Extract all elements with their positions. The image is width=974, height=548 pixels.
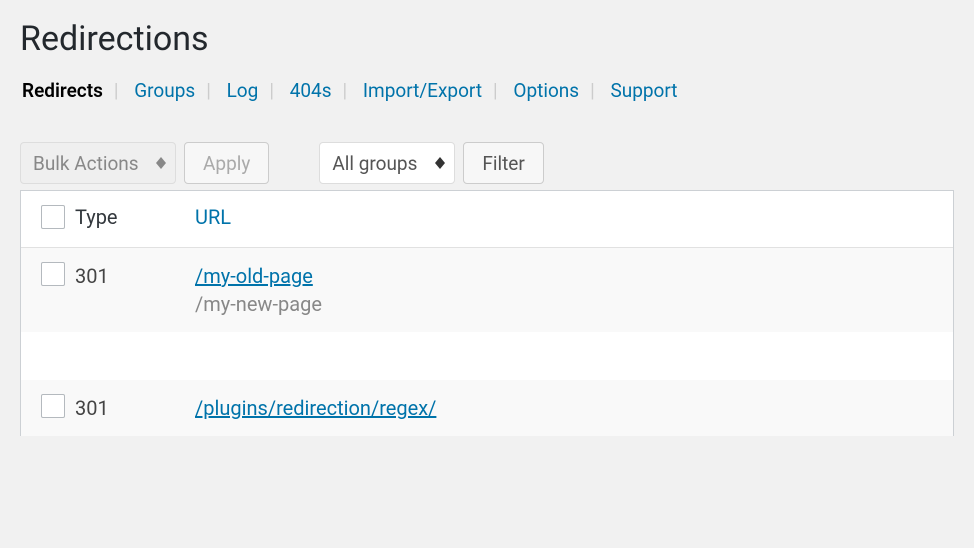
tab-label: Log	[227, 79, 259, 102]
column-url-header[interactable]: URL	[185, 191, 953, 248]
row-url-cell: /my-old-page /my-new-page	[185, 248, 953, 332]
tab-label: Options	[513, 79, 579, 102]
select-all-checkbox[interactable]	[41, 205, 65, 229]
tab-options[interactable]: Options	[511, 79, 581, 102]
row-url-cell: /plugins/redirection/regex/	[185, 380, 953, 436]
redirects-table: Type URL 301 /my-old-page /my-new-page 3…	[20, 190, 954, 436]
table-row: 301 /plugins/redirection/regex/	[21, 380, 953, 436]
table-row: 301 /my-old-page /my-new-page	[21, 248, 953, 332]
row-checkbox[interactable]	[41, 394, 65, 418]
separator: |	[484, 79, 507, 102]
tab-groups[interactable]: Groups	[132, 79, 197, 102]
tab-label: Import/Export	[363, 79, 482, 102]
filter-button[interactable]: Filter	[463, 142, 543, 184]
bulk-actions-select[interactable]: Bulk Actions	[20, 142, 176, 184]
tab-import-export[interactable]: Import/Export	[361, 79, 484, 102]
separator: |	[581, 79, 604, 102]
column-url-label: URL	[195, 205, 231, 229]
select-all-header	[21, 191, 65, 248]
tab-redirects[interactable]: Redirects	[20, 79, 105, 102]
column-type-header: Type	[65, 191, 185, 248]
tab-404s[interactable]: 404s	[288, 79, 334, 102]
tab-label: 404s	[290, 79, 332, 102]
row-type: 301	[65, 380, 185, 436]
row-source-url[interactable]: /my-old-page	[195, 264, 943, 288]
row-type: 301	[65, 248, 185, 332]
tab-label: Groups	[134, 79, 195, 102]
apply-button[interactable]: Apply	[184, 142, 269, 184]
tab-label: Redirects	[22, 79, 103, 102]
row-checkbox[interactable]	[41, 262, 65, 286]
page-title: Redirections	[20, 10, 954, 71]
tablenav-top: Bulk Actions Apply All groups Filter	[20, 142, 954, 184]
separator: |	[260, 79, 283, 102]
tab-nav: Redirects| Groups| Log| 404s| Import/Exp…	[20, 79, 954, 102]
row-source-url[interactable]: /plugins/redirection/regex/	[195, 396, 943, 420]
group-filter-select[interactable]: All groups	[319, 142, 455, 184]
tab-log[interactable]: Log	[225, 79, 261, 102]
table-row-gap	[21, 332, 953, 380]
separator: |	[334, 79, 357, 102]
row-target-url: /my-new-page	[195, 292, 943, 316]
tab-support[interactable]: Support	[608, 79, 679, 102]
separator: |	[197, 79, 220, 102]
tab-label: Support	[610, 79, 677, 102]
separator: |	[105, 79, 128, 102]
